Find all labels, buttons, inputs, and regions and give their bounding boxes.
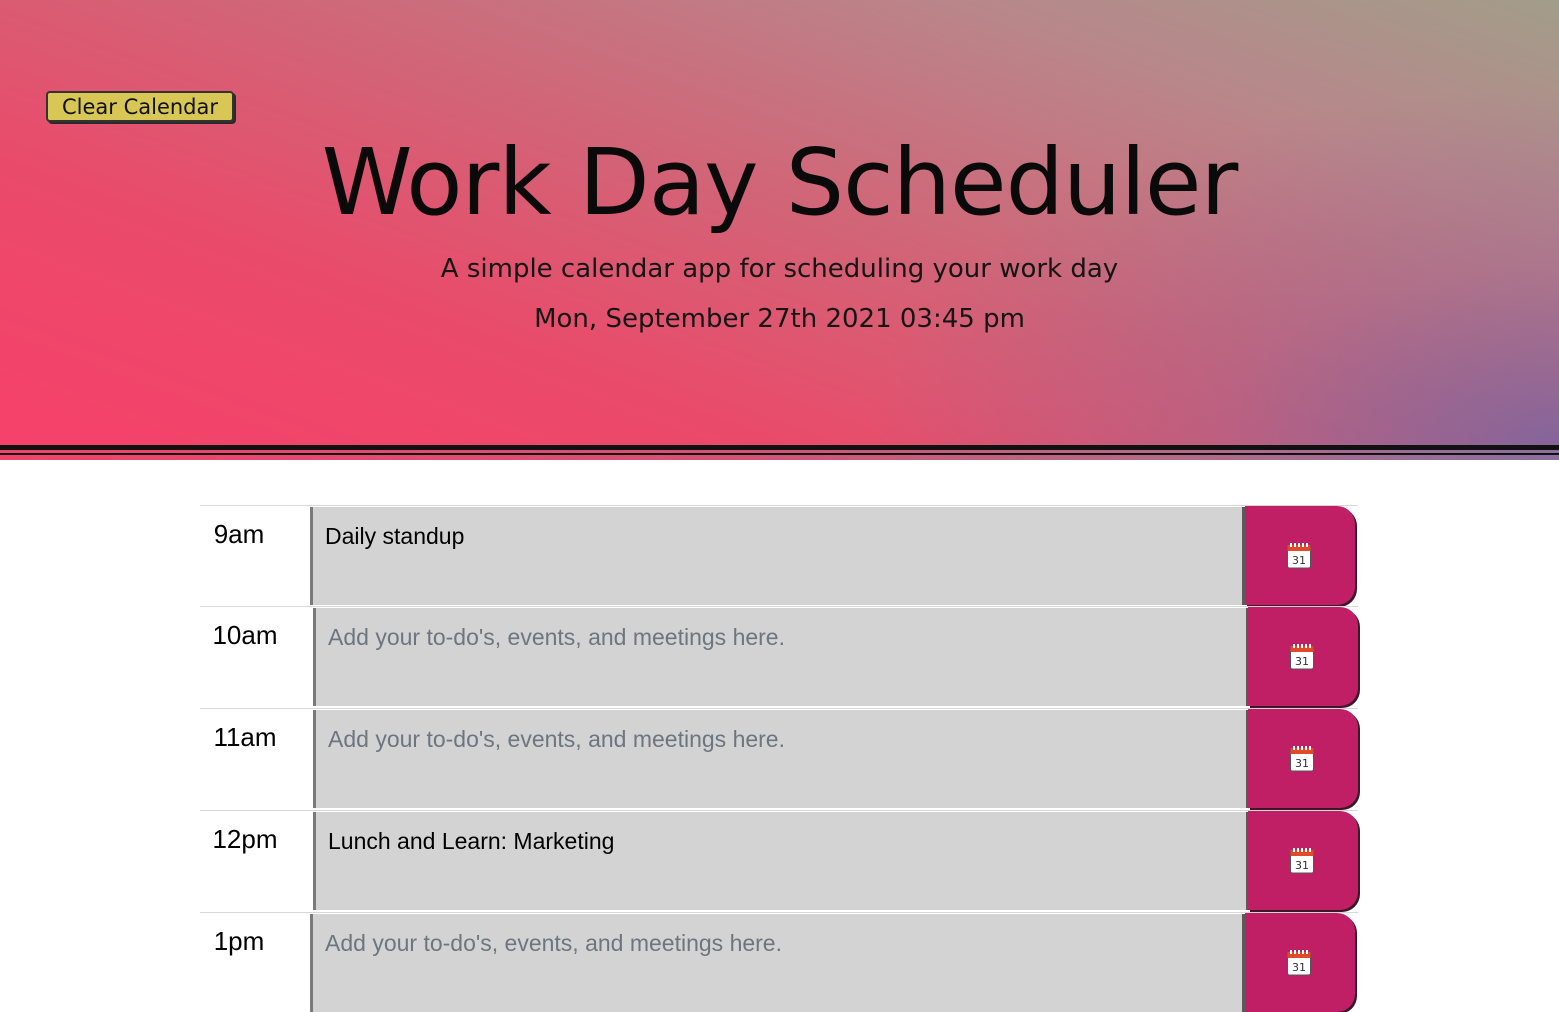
save-button[interactable]: 31 — [1248, 811, 1358, 910]
page-title: Work Day Scheduler — [321, 129, 1239, 236]
hour-label: 9am — [213, 519, 265, 549]
svg-text:31: 31 — [1292, 554, 1306, 567]
calendar-icon: 31 — [1287, 543, 1311, 569]
hour-label: 12pm — [212, 824, 278, 854]
hour-label: 1pm — [213, 926, 265, 956]
save-button[interactable]: 31 — [1245, 913, 1355, 1012]
current-date: Mon, September 27th 2021 03:45 pm — [534, 304, 1025, 334]
time-block-row: 9am Daily standup 31 — [200, 505, 1360, 605]
save-button[interactable]: 31 — [1248, 709, 1358, 808]
save-button[interactable]: 31 — [1248, 607, 1358, 706]
event-description-input[interactable] — [313, 608, 1250, 706]
event-description-input[interactable]: Daily standup — [310, 507, 1246, 605]
event-description-input[interactable] — [313, 710, 1250, 808]
header-divider-accent — [0, 450, 1559, 460]
event-description-input[interactable]: Lunch and Learn: Marketing — [313, 812, 1250, 910]
svg-text:31: 31 — [1295, 655, 1309, 668]
calendar-icon: 31 — [1290, 848, 1314, 874]
calendar-icon: 31 — [1290, 746, 1314, 772]
svg-text:31: 31 — [1292, 961, 1306, 974]
hour-label: 10am — [212, 620, 278, 650]
time-block-row: 12pm Lunch and Learn: Marketing 31 — [200, 810, 1360, 910]
calendar-icon: 31 — [1287, 950, 1311, 976]
clear-calendar-button[interactable]: Clear Calendar — [46, 91, 234, 122]
time-block-row: 10am 31 — [200, 606, 1360, 706]
event-description-input[interactable] — [310, 914, 1246, 1012]
page-subtitle: A simple calendar app for scheduling you… — [440, 254, 1119, 284]
calendar-icon: 31 — [1290, 644, 1314, 670]
svg-text:31: 31 — [1295, 859, 1309, 872]
time-block-row: 1pm 31 — [200, 912, 1360, 1012]
hour-label: 11am — [213, 722, 277, 752]
svg-text:31: 31 — [1295, 757, 1309, 770]
save-button[interactable]: 31 — [1245, 506, 1355, 605]
time-block-row: 11am 31 — [200, 708, 1360, 808]
